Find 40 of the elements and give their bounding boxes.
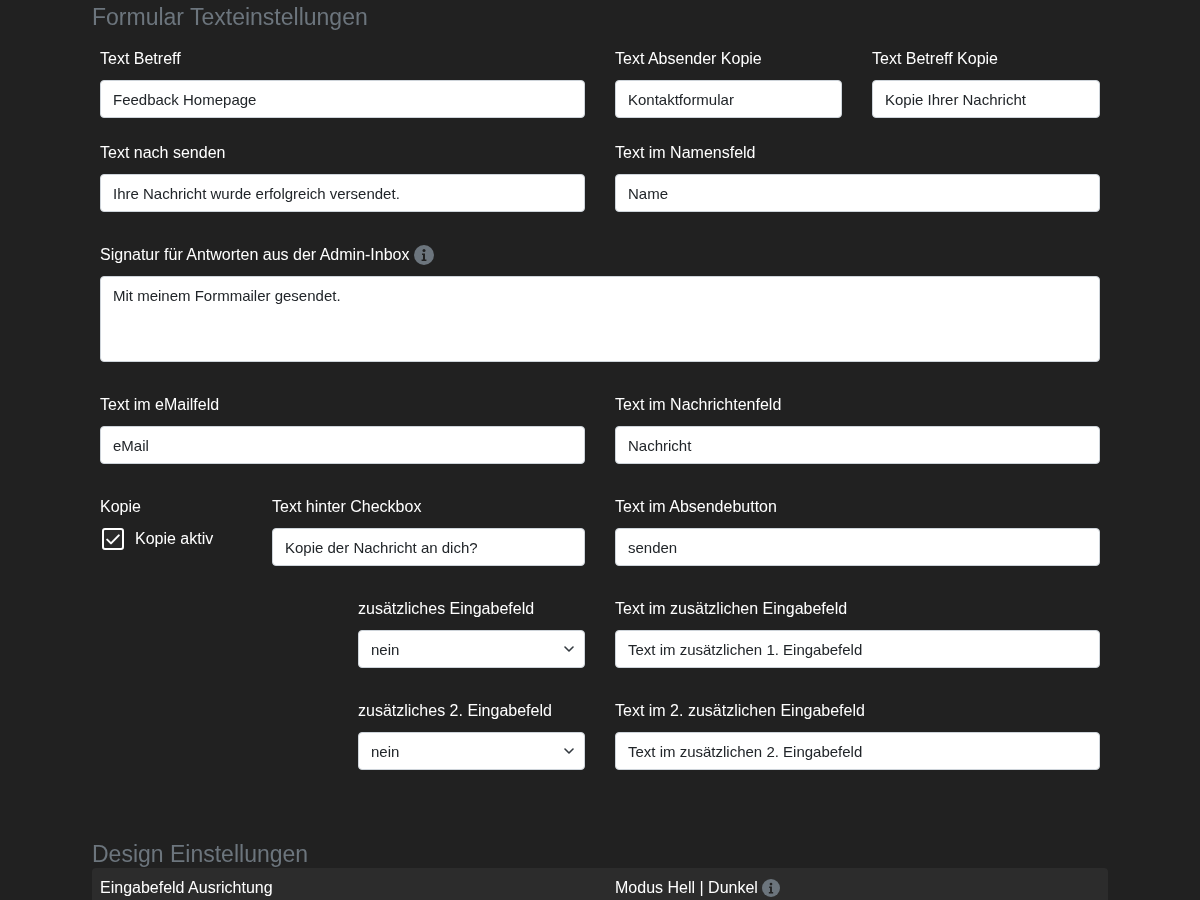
input-field[interactable]: Text im zusätzlichen 2. Eingabefeld <box>615 732 1100 770</box>
info-icon[interactable] <box>413 245 434 265</box>
field-label: Text im Namensfeld <box>615 143 756 163</box>
checkbox[interactable] <box>102 528 124 550</box>
input-field[interactable]: senden <box>615 528 1100 566</box>
field-label: Signatur für Antworten aus der Admin-Inbox <box>100 245 410 265</box>
input-field[interactable]: Kontaktformular <box>615 80 842 118</box>
section-heading: Design Einstellungen <box>92 840 310 868</box>
field-label: Text Absender Kopie <box>615 49 762 69</box>
section-heading: Formular Texteinstellungen <box>92 3 369 31</box>
select-field[interactable]: nein <box>358 630 585 668</box>
field-label: Text hinter Checkbox <box>272 497 422 517</box>
field-label: Modus Hell | Dunkel <box>615 879 758 897</box>
field-label: Text im zusätzlichen Eingabefeld <box>615 599 848 619</box>
input-field[interactable]: Nachricht <box>615 426 1100 464</box>
field-label: Text im 2. zusätzlichen Eingabefeld <box>615 701 865 721</box>
field-label: Text im Nachrichtenfeld <box>615 395 782 415</box>
field-label: Text im Absendebutton <box>615 497 777 517</box>
check-icon <box>106 533 120 545</box>
input-field[interactable]: Kopie Ihrer Nachricht <box>872 80 1100 118</box>
input-field[interactable]: Name <box>615 174 1100 212</box>
chevron-down-icon <box>564 646 574 652</box>
text-area[interactable]: Mit meinem Formmailer gesendet. <box>100 276 1100 362</box>
field-label: zusätzliches Eingabefeld <box>358 599 535 619</box>
input-field[interactable]: eMail <box>100 426 585 464</box>
input-field[interactable]: Ihre Nachricht wurde erfolgreich versendet. <box>100 174 585 212</box>
info-icon[interactable] <box>761 879 780 897</box>
input-field[interactable]: Feedback Homepage <box>100 80 585 118</box>
field-label: Eingabefeld Ausrichtung <box>100 879 273 897</box>
field-label: zusätzliches 2. Eingabefeld <box>358 701 552 721</box>
field-label: Text Betreff <box>100 49 181 69</box>
field-label: Text nach senden <box>100 143 226 163</box>
field-label: Text Betreff Kopie <box>872 49 998 69</box>
checkbox-label[interactable]: Kopie aktiv <box>135 529 214 549</box>
field-label: Kopie <box>100 497 141 517</box>
field-label: Text im eMailfeld <box>100 395 220 415</box>
select-field[interactable]: nein <box>358 732 585 770</box>
input-field[interactable]: Text im zusätzlichen 1. Eingabefeld <box>615 630 1100 668</box>
input-field[interactable]: Kopie der Nachricht an dich? <box>272 528 585 566</box>
chevron-down-icon <box>564 748 574 754</box>
